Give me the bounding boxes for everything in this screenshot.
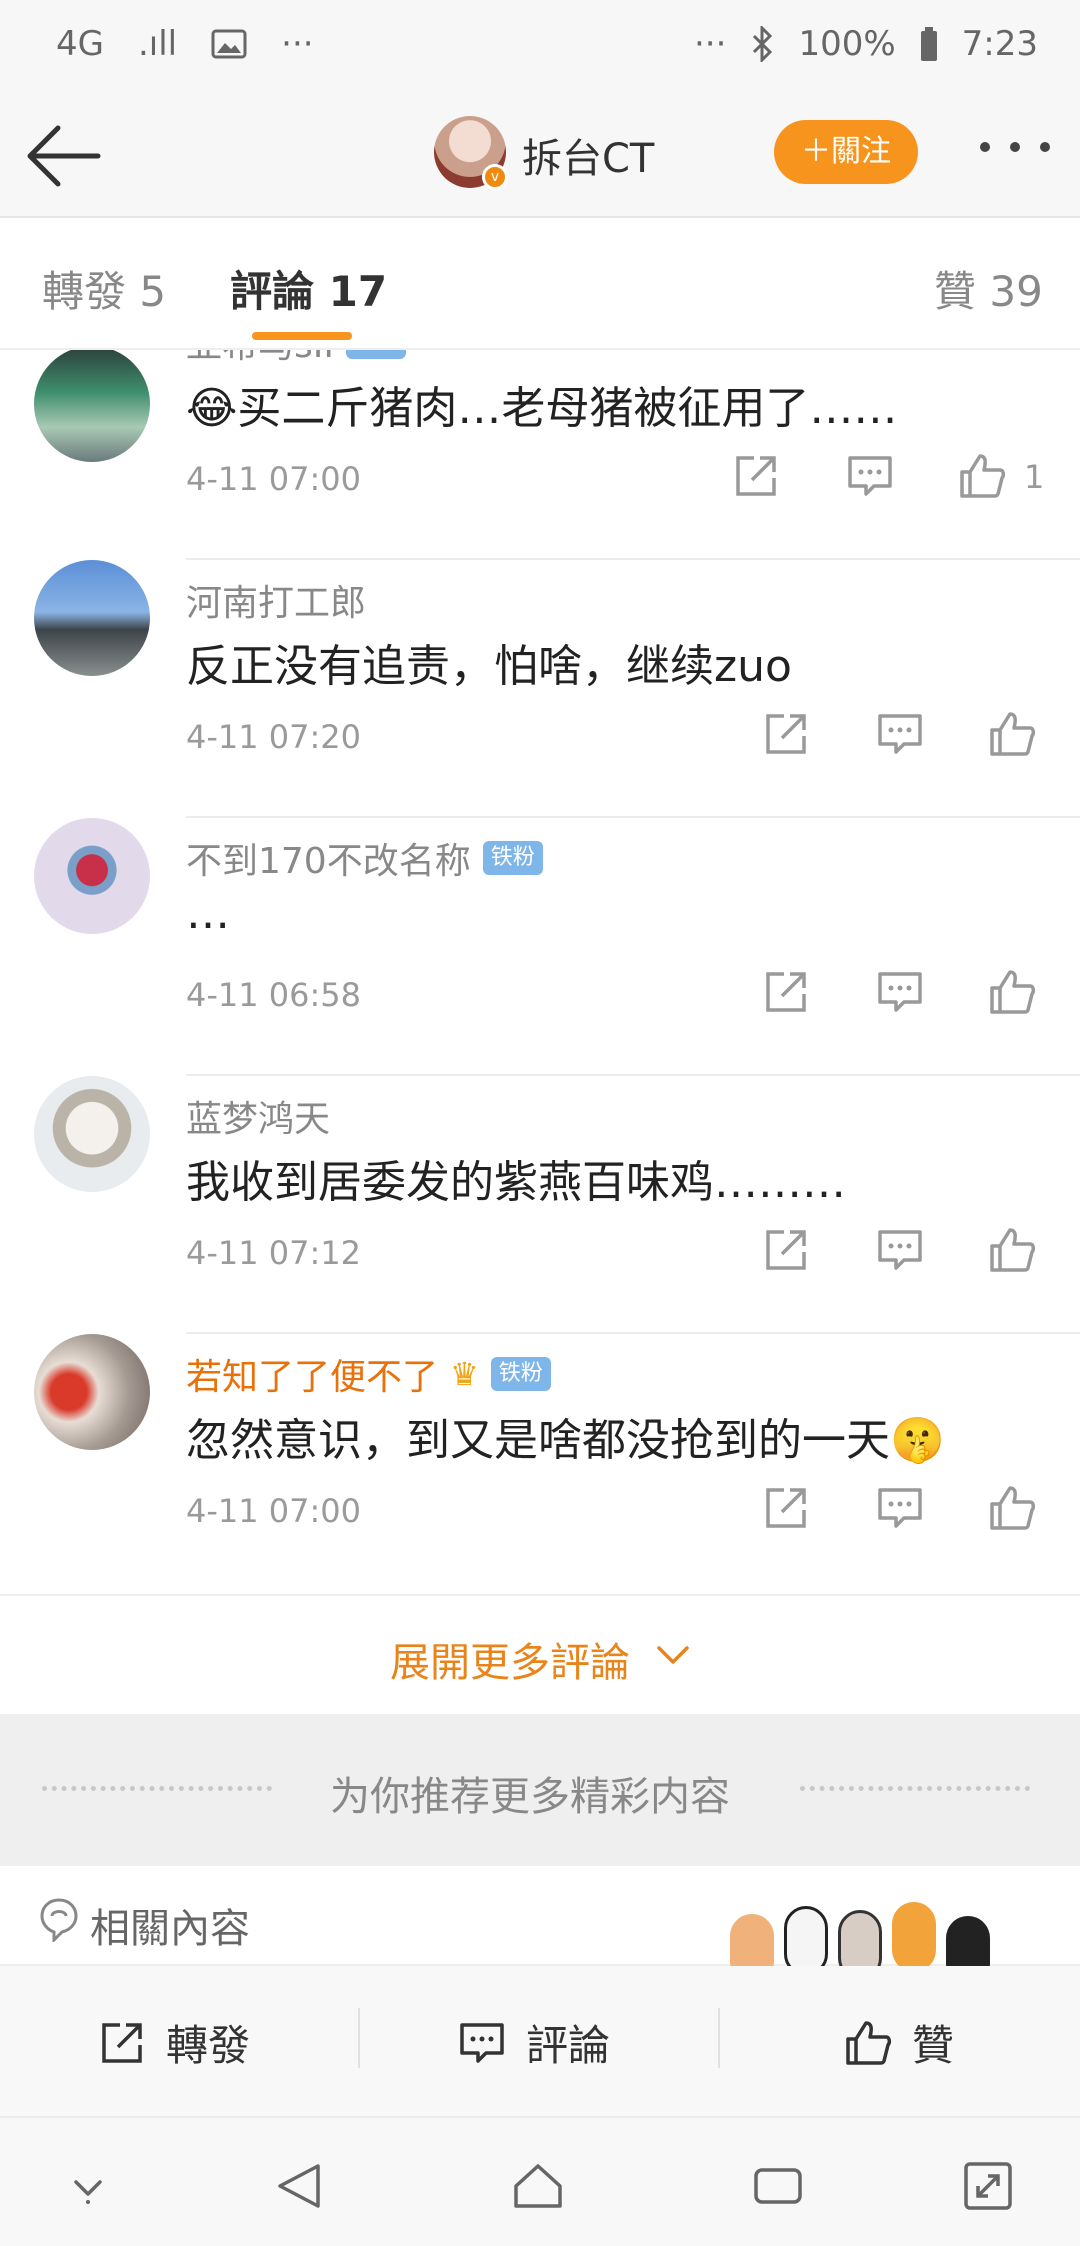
top-nav-bar: v 拆台CT ＋關注 xyxy=(0,92,1080,218)
system-navigation-bar xyxy=(0,2116,1080,2246)
thumbs-up-icon xyxy=(846,2020,892,2065)
related-icon xyxy=(40,1898,78,1942)
network-indicator: 4G xyxy=(56,24,104,64)
like-icon[interactable] xyxy=(986,1224,1038,1276)
commenter-avatar[interactable] xyxy=(34,1076,150,1192)
fan-badge: 铁粉 xyxy=(490,1357,551,1391)
expand-screen-icon[interactable] xyxy=(960,2158,1016,2214)
reply-icon[interactable] xyxy=(874,966,926,1018)
comment-icon xyxy=(460,2022,504,2063)
commenter-avatar[interactable] xyxy=(34,1334,150,1450)
signal-icon: .ıll xyxy=(137,24,178,64)
commenter-avatar[interactable] xyxy=(34,818,150,934)
crown-icon: ♛ xyxy=(450,1355,479,1393)
repost-button[interactable]: 轉發 xyxy=(96,2012,250,2073)
comment-time: 4-11 07:12 xyxy=(186,1234,362,1272)
dotted-divider-left xyxy=(42,1786,272,1792)
commenter-avatar[interactable] xyxy=(34,560,150,676)
like-count: 1 xyxy=(1024,458,1045,496)
battery-icon xyxy=(920,27,937,61)
comment-text: … xyxy=(186,888,230,939)
comment-text: 😂买二斤猪肉…老母猪被征用了…… xyxy=(186,383,898,434)
comment-text: 反正没有追责，怕啥，继续zuo xyxy=(186,641,792,692)
image-icon xyxy=(211,29,247,59)
comment-text: 我收到居委发的紫燕百味鸡……… xyxy=(186,1157,846,1208)
recommend-band: 为你推荐更多精彩内容 xyxy=(0,1714,1080,1866)
share-icon[interactable] xyxy=(760,708,812,760)
chevron-down-icon xyxy=(657,1646,689,1664)
comments-list: 亚希马sII铁粉 😂买二斤猪肉…老母猪被征用了…… 4-11 07:00 1 河… xyxy=(0,350,1080,1594)
interaction-tabs: 轉發 5 評論 17 贊 39 xyxy=(0,218,1080,350)
share-icon[interactable] xyxy=(760,1224,812,1276)
clock: 7:23 xyxy=(961,24,1038,64)
home-nav-icon[interactable] xyxy=(510,2158,566,2214)
related-content-row[interactable]: 相關內容 xyxy=(0,1866,1080,1986)
more-options-icon[interactable] xyxy=(980,132,1050,162)
comment-button[interactable]: 評論 xyxy=(456,2012,610,2073)
cat-paws-illustration xyxy=(720,1866,1000,1986)
like-label: 贊 xyxy=(912,2021,955,2070)
tab-comments[interactable]: 評論 17 xyxy=(230,258,387,319)
active-tab-indicator xyxy=(252,332,352,340)
tab-repost[interactable]: 轉發 5 xyxy=(42,258,166,319)
recommend-label: 为你推荐更多精彩内容 xyxy=(330,1774,730,1820)
reply-icon[interactable] xyxy=(844,450,896,502)
repost-label: 轉發 xyxy=(166,2021,251,2070)
bottom-action-bar: 轉發 評論 贊 xyxy=(0,1966,1080,2116)
more-notifications-icon: ··· xyxy=(281,24,314,64)
battery-percent: 100% xyxy=(798,24,896,64)
bluetooth-icon xyxy=(753,26,773,62)
comment-item: 不到170不改名称 铁粉 … 4-11 06:58 xyxy=(0,818,1080,1076)
commenter-name[interactable]: 蓝梦鸿天 xyxy=(186,1090,330,1142)
comment-item: 河南打工郎 反正没有追责，怕啥，继续zuo 4-11 07:20 xyxy=(0,560,1080,818)
divider xyxy=(718,2008,720,2068)
follow-button[interactable]: ＋關注 xyxy=(774,120,918,184)
share-icon[interactable] xyxy=(760,1482,812,1534)
reply-icon[interactable] xyxy=(874,1482,926,1534)
dotted-divider-right xyxy=(800,1786,1030,1792)
hide-keyboard-icon[interactable] xyxy=(60,2158,116,2214)
reply-icon[interactable] xyxy=(874,708,926,760)
comment-time: 4-11 07:00 xyxy=(186,1492,362,1530)
like-button[interactable]: 贊 xyxy=(842,2012,954,2073)
like-icon[interactable] xyxy=(986,708,1038,760)
comment-item: 蓝梦鸿天 我收到居委发的紫燕百味鸡……… 4-11 07:12 xyxy=(0,1076,1080,1334)
recent-apps-icon[interactable] xyxy=(750,2158,806,2214)
commenter-avatar[interactable] xyxy=(34,350,150,462)
like-icon[interactable] xyxy=(986,966,1038,1018)
more-status-icon: ··· xyxy=(694,24,727,64)
status-bar: 4G .ıll ··· ··· 100% 7:23 xyxy=(0,0,1080,92)
back-arrow-icon[interactable] xyxy=(24,118,104,194)
comment-item: 亚希马sII铁粉 😂买二斤猪肉…老母猪被征用了…… 4-11 07:00 1 xyxy=(0,350,1080,560)
tab-likes[interactable]: 贊 39 xyxy=(934,258,1043,319)
commenter-name[interactable]: 不到170不改名称 铁粉 xyxy=(186,832,543,884)
verified-badge-icon: v xyxy=(482,164,508,190)
repost-icon xyxy=(102,2022,142,2063)
like-icon[interactable] xyxy=(986,1482,1038,1534)
comment-text: 忽然意识，到又是啥都没抢到的一天🤫 xyxy=(186,1415,945,1466)
back-nav-icon[interactable] xyxy=(272,2158,328,2214)
comment-time: 4-11 07:20 xyxy=(186,718,362,756)
like-icon[interactable] xyxy=(956,450,1008,502)
commenter-name[interactable]: 若知了了便不了 ♛ 铁粉 xyxy=(186,1348,551,1400)
share-icon[interactable] xyxy=(730,450,782,502)
divider xyxy=(358,2008,360,2068)
expand-more-comments[interactable]: 展開更多評論 xyxy=(0,1594,1080,1714)
comment-item: 若知了了便不了 ♛ 铁粉 忽然意识，到又是啥都没抢到的一天🤫 4-11 07:00 xyxy=(0,1334,1080,1592)
fan-badge: 铁粉 xyxy=(482,841,543,875)
comment-label: 評論 xyxy=(526,2021,611,2070)
author-name[interactable]: 拆台CT xyxy=(522,126,654,184)
fan-badge: 铁粉 xyxy=(346,350,407,359)
comment-time: 4-11 07:00 xyxy=(186,460,362,498)
expand-more-label[interactable]: 展開更多評論 xyxy=(390,1630,630,1688)
comment-time: 4-11 06:58 xyxy=(186,976,362,1014)
share-icon[interactable] xyxy=(760,966,812,1018)
reply-icon[interactable] xyxy=(874,1224,926,1276)
commenter-name[interactable]: 河南打工郎 xyxy=(186,574,366,626)
commenter-name[interactable]: 亚希马sII铁粉 xyxy=(186,350,407,368)
related-content-label: 相關內容 xyxy=(90,1906,250,1952)
